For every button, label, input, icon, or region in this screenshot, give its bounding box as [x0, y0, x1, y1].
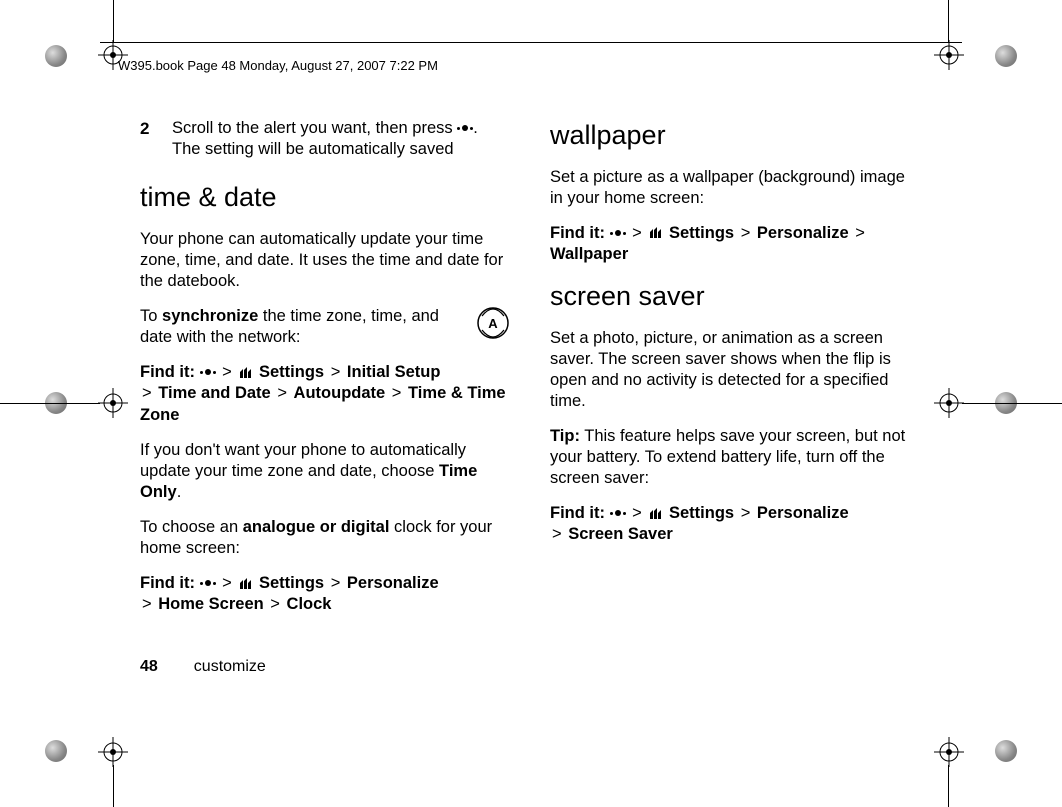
- section-name: customize: [194, 658, 266, 675]
- settings-icon: [648, 507, 664, 521]
- nav-key-icon: [200, 580, 216, 587]
- page-footer: 48 customize: [140, 658, 266, 676]
- registration-mark: [98, 388, 128, 418]
- crop-line: [113, 0, 114, 42]
- gt: >: [392, 384, 402, 402]
- find-it-path: Find it: > Settings > Initial Setup > Ti…: [140, 362, 510, 425]
- registration-mark: [934, 737, 964, 767]
- find-it-path: Find it: > Settings > Personalize > Scre…: [550, 503, 920, 545]
- crop-line: [0, 403, 100, 404]
- nav-home-screen: Home Screen: [158, 595, 263, 613]
- crop-circle: [995, 740, 1017, 762]
- heading-screen-saver: screen saver: [550, 279, 920, 314]
- nav-wallpaper: Wallpaper: [550, 245, 628, 263]
- settings-icon: [648, 226, 664, 240]
- gt: >: [222, 574, 232, 592]
- registration-mark: [98, 737, 128, 767]
- registration-mark: [934, 40, 964, 70]
- paragraph: A To synchronize the time zone, time, an…: [140, 306, 510, 348]
- gt: >: [222, 363, 232, 381]
- page-frame-line: [100, 42, 962, 43]
- crop-circle: [45, 45, 67, 67]
- step-2: 2 Scroll to the alert you want, then pre…: [140, 118, 510, 160]
- text: If you don't want your phone to automati…: [140, 441, 466, 480]
- paragraph: To choose an analogue or digital clock f…: [140, 517, 510, 559]
- nav-settings: Settings: [259, 363, 324, 381]
- text: To choose an: [140, 518, 243, 536]
- heading-wallpaper: wallpaper: [550, 118, 920, 153]
- gt: >: [741, 224, 751, 242]
- settings-icon: [238, 577, 254, 591]
- paragraph: Set a picture as a wallpaper (background…: [550, 167, 920, 209]
- gt: >: [277, 384, 287, 402]
- settings-icon: [238, 366, 254, 380]
- text: Scroll to the alert you want, then press: [172, 119, 457, 137]
- nav-initial-setup: Initial Setup: [347, 363, 441, 381]
- left-column: 2 Scroll to the alert you want, then pre…: [140, 118, 510, 629]
- paragraph: Tip: This feature helps save your screen…: [550, 426, 920, 489]
- nav-key-icon: [457, 125, 473, 132]
- heading-time-date: time & date: [140, 180, 510, 215]
- crop-line: [113, 765, 114, 807]
- text: .: [177, 483, 182, 501]
- nav-settings: Settings: [259, 574, 324, 592]
- step-text: Scroll to the alert you want, then press…: [172, 118, 510, 160]
- text: This feature helps save your screen, but…: [550, 427, 905, 487]
- registration-mark: [934, 388, 964, 418]
- nav-key-icon: [200, 369, 216, 376]
- nav-personalize: Personalize: [757, 504, 849, 522]
- text-bold: analogue or digital: [243, 518, 390, 536]
- nav-screen-saver: Screen Saver: [568, 525, 673, 543]
- nav-key-icon: [610, 230, 626, 237]
- paragraph: Your phone can automatically update your…: [140, 229, 510, 292]
- text-bold: synchronize: [162, 307, 258, 325]
- find-it-label: Find it:: [550, 224, 605, 242]
- find-it-path: Find it: > Settings > Personalize > Wall…: [550, 223, 920, 265]
- gt: >: [142, 595, 152, 613]
- gt: >: [855, 224, 865, 242]
- gt: >: [741, 504, 751, 522]
- find-it-label: Find it:: [140, 574, 195, 592]
- crop-line: [948, 0, 949, 42]
- crop-line: [962, 403, 1062, 404]
- gt: >: [331, 574, 341, 592]
- nav-settings: Settings: [669, 224, 734, 242]
- find-it-path: Find it: > Settings > Personalize > Home…: [140, 573, 510, 615]
- gt: >: [331, 363, 341, 381]
- paragraph: Set a photo, picture, or animation as a …: [550, 328, 920, 412]
- paragraph: If you don't want your phone to automati…: [140, 440, 510, 503]
- svg-text:A: A: [488, 316, 498, 331]
- find-it-label: Find it:: [140, 363, 195, 381]
- find-it-label: Find it:: [550, 504, 605, 522]
- nav-settings: Settings: [669, 504, 734, 522]
- nav-personalize: Personalize: [347, 574, 439, 592]
- crop-circle: [45, 740, 67, 762]
- network-feature-icon: A: [476, 306, 510, 340]
- gt: >: [142, 384, 152, 402]
- gt: >: [552, 525, 562, 543]
- page-content: 2 Scroll to the alert you want, then pre…: [140, 118, 920, 629]
- nav-key-icon: [610, 510, 626, 517]
- registration-mark: [98, 40, 128, 70]
- text: To: [140, 307, 162, 325]
- gt: >: [632, 224, 642, 242]
- tip-label: Tip:: [550, 427, 580, 445]
- nav-autoupdate: Autoupdate: [294, 384, 386, 402]
- gt: >: [270, 595, 280, 613]
- page-number: 48: [140, 658, 158, 675]
- nav-clock: Clock: [287, 595, 332, 613]
- step-number: 2: [140, 118, 154, 160]
- right-column: wallpaper Set a picture as a wallpaper (…: [550, 118, 920, 629]
- crop-line: [948, 765, 949, 807]
- nav-personalize: Personalize: [757, 224, 849, 242]
- crop-circle: [995, 45, 1017, 67]
- nav-time-and-date: Time and Date: [158, 384, 270, 402]
- gt: >: [632, 504, 642, 522]
- page-header: W395.book Page 48 Monday, August 27, 200…: [118, 58, 438, 73]
